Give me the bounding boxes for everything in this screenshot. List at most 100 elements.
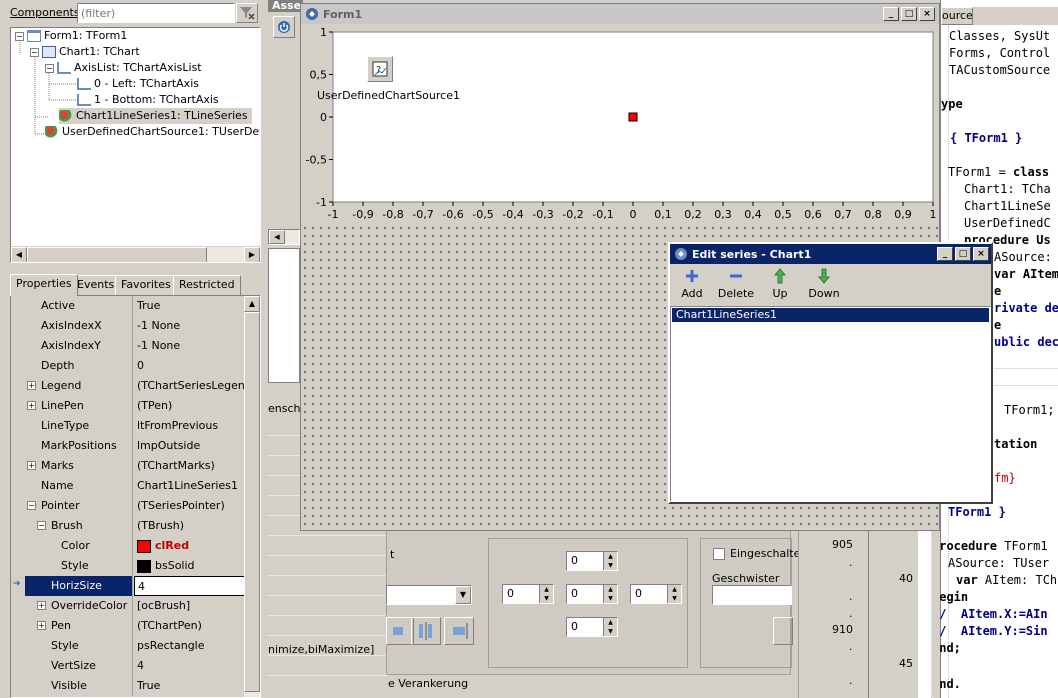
form1-titlebar[interactable]: Form1 _ □ ×: [301, 4, 939, 24]
property-row[interactable]: AxisIndexX -1 None: [25, 316, 253, 336]
property-grid[interactable]: Active True AxisIndexX -1 None AxisIndexY -1 …: [10, 295, 261, 698]
property-value[interactable]: lmpOutside: [134, 436, 253, 456]
tree-node-chartsource[interactable]: UserDefinedChartSource1: TUserDefinec: [45, 124, 260, 140]
property-row[interactable]: Legend (TChartSeriesLegend) +: [25, 376, 253, 396]
align-button-2[interactable]: [411, 617, 441, 645]
tree-node-bottom-axis[interactable]: 1 - Bottom: TChartAxis: [77, 92, 219, 108]
minimize-button[interactable]: _: [937, 247, 953, 261]
property-value[interactable]: Chart1LineSeries1: [134, 476, 253, 496]
expand-icon[interactable]: +: [27, 461, 36, 470]
property-row[interactable]: AxisIndexY -1 None: [25, 336, 253, 356]
geschwister-combo[interactable]: [712, 585, 792, 605]
property-value[interactable]: True: [134, 676, 253, 696]
property-value[interactable]: (TSeriesPointer): [134, 496, 253, 516]
property-row[interactable]: HorizSize 4 ➔: [13, 576, 253, 596]
spin-bottom[interactable]: 0 ▲ ▼: [566, 617, 618, 637]
property-row[interactable]: Brush (TBrush) −: [25, 516, 253, 536]
property-row[interactable]: Color clRed: [25, 536, 253, 556]
property-row[interactable]: Depth 0: [25, 356, 253, 376]
property-row[interactable]: LinePen (TPen) +: [25, 396, 253, 416]
anchor-button[interactable]: [773, 617, 793, 645]
scroll-left-button[interactable]: ◀: [11, 247, 27, 262]
property-value[interactable]: -1 None: [134, 316, 253, 336]
component-filter-input[interactable]: [77, 3, 235, 23]
clear-filter-button[interactable]: [236, 3, 258, 23]
component-tree[interactable]: − Form1: TForm1 − Chart1: TChart − AxisList…: [10, 27, 261, 263]
tree-node-left-axis[interactable]: 0 - Left: TChartAxis: [77, 76, 199, 92]
close-button[interactable]: ×: [973, 247, 989, 261]
tree-node-lineseries[interactable]: Chart1LineSeries1: TLineSeries: [59, 108, 252, 124]
property-value[interactable]: (TBrush): [134, 516, 253, 536]
property-row[interactable]: Active True: [25, 296, 253, 316]
spin-arrows-icon[interactable]: ▲ ▼: [539, 585, 553, 603]
series-list-item[interactable]: Chart1LineSeries1: [672, 308, 989, 322]
property-row[interactable]: Visible True: [25, 676, 253, 696]
tab-properties[interactable]: Properties: [10, 274, 78, 296]
power-button[interactable]: [273, 16, 295, 38]
expand-icon[interactable]: +: [37, 601, 46, 610]
close-button[interactable]: ×: [919, 7, 935, 21]
spin-right[interactable]: 0 ▲ ▼: [630, 584, 682, 604]
property-value[interactable]: (TPen): [134, 396, 253, 416]
eingeschalte-checkbox[interactable]: [713, 548, 725, 560]
property-value[interactable]: psRectangle: [134, 636, 253, 656]
series-listbox[interactable]: Chart1LineSeries1: [670, 306, 991, 502]
spin-arrows-icon[interactable]: ▲ ▼: [603, 618, 617, 636]
scroll-right-button[interactable]: ▶: [244, 247, 260, 262]
expand-icon[interactable]: +: [37, 621, 46, 630]
up-button[interactable]: Up: [768, 268, 792, 304]
property-row[interactable]: Name Chart1LineSeries1: [25, 476, 253, 496]
property-row[interactable]: Style bsSolid: [25, 556, 253, 576]
edit-series-titlebar[interactable]: Edit series - Chart1 _ □ ×: [670, 244, 991, 264]
collapse-icon[interactable]: −: [37, 521, 46, 530]
spin-arrows-icon[interactable]: ▲ ▼: [603, 552, 617, 570]
property-row[interactable]: VertSize 4: [25, 656, 253, 676]
edit-series-dialog[interactable]: Edit series - Chart1 _ □ × Add Delete Up…: [668, 242, 993, 504]
property-row[interactable]: Style psRectangle: [25, 636, 253, 656]
spin-arrows-icon[interactable]: ▲ ▼: [667, 585, 681, 603]
delete-button[interactable]: Delete: [717, 268, 755, 304]
chart1[interactable]: -1 -0,9 -0,8 -0,7 -0,6 -0,5 -0,4 -0,3 -0,2 -0,1 0 0…: [301, 24, 939, 227]
collapse-icon[interactable]: −: [30, 47, 39, 57]
scrollbar-stub[interactable]: ◀: [268, 229, 300, 245]
property-value[interactable]: (TChartSeriesLegend): [134, 376, 253, 396]
tree-hscrollbar[interactable]: ◀ ▶: [11, 246, 260, 262]
combo-stub[interactable]: ▼: [386, 585, 472, 605]
property-row[interactable]: OverrideColor [ocBrush] +: [25, 596, 253, 616]
tree-node-chart1[interactable]: − Chart1: TChart: [30, 44, 140, 60]
property-value[interactable]: 4: [134, 656, 253, 676]
spin-top[interactable]: 0 ▲ ▼: [566, 551, 618, 571]
chartsource-component[interactable]: ?: [367, 56, 393, 82]
scroll-left-button[interactable]: ◀: [269, 230, 285, 244]
align-button-3[interactable]: [444, 617, 474, 645]
tab-restricted[interactable]: Restricted: [173, 275, 241, 295]
collapse-icon[interactable]: −: [45, 63, 54, 73]
down-button[interactable]: Down: [806, 268, 842, 304]
property-row[interactable]: Pointer (TSeriesPointer) −: [25, 496, 253, 516]
dropdown-icon[interactable]: ▼: [455, 586, 471, 604]
align-button-1[interactable]: [386, 617, 414, 645]
expand-icon[interactable]: +: [27, 401, 36, 410]
spin-arrows-icon[interactable]: ▲ ▼: [603, 585, 617, 603]
expand-icon[interactable]: +: [27, 381, 36, 390]
add-button[interactable]: Add: [678, 268, 706, 304]
spin-center[interactable]: 0 ▲ ▼: [566, 584, 618, 604]
property-value[interactable]: (TChartMarks): [134, 456, 253, 476]
property-value[interactable]: [ocBrush]: [134, 596, 253, 616]
property-value[interactable]: clRed: [134, 536, 253, 556]
property-value[interactable]: bsSolid: [134, 556, 253, 576]
tree-node-axislist[interactable]: − AxisList: TChartAxisList: [45, 60, 202, 76]
maximize-button[interactable]: □: [901, 7, 917, 21]
property-value[interactable]: ltFromPrevious: [134, 416, 253, 436]
spin-left[interactable]: 0 ▲ ▼: [502, 584, 554, 604]
maximize-button[interactable]: □: [955, 247, 971, 261]
scroll-thumb[interactable]: [244, 312, 260, 692]
property-row[interactable]: Marks (TChartMarks) +: [25, 456, 253, 476]
property-value[interactable]: 0: [134, 356, 253, 376]
tab-events[interactable]: Events: [71, 275, 121, 295]
property-value[interactable]: True: [134, 296, 253, 316]
property-row[interactable]: LineType ltFromPrevious: [25, 416, 253, 436]
property-value[interactable]: -1 None: [134, 336, 253, 356]
minimize-button[interactable]: _: [883, 7, 899, 21]
collapse-icon[interactable]: −: [27, 501, 36, 510]
